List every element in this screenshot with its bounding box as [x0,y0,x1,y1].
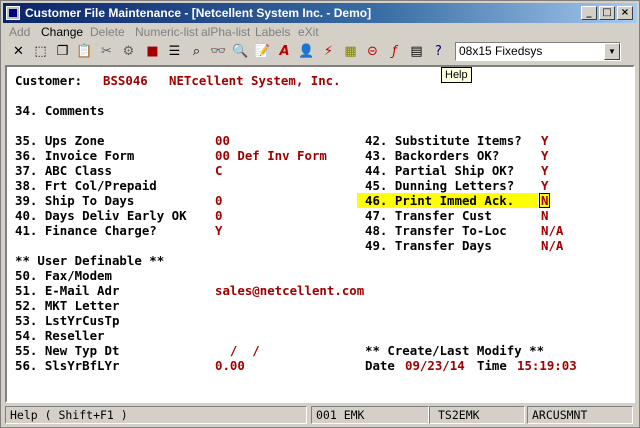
status-help[interactable]: Help ( Shift+F1 ) [5,406,307,424]
email-value[interactable]: sales@netcellent.com [215,283,364,298]
field-label: 54. Reseller [15,328,105,343]
status-bar: Help ( Shift+F1 ) 001 EMK TS2EMK ARCUSMN… [5,405,635,425]
application-window: Customer File Maintenance - [Netcellent … [0,0,640,428]
field-value[interactable]: N/A [541,238,563,253]
menu-exit[interactable]: eXit [298,25,319,39]
highlighted-field-label: 46. Print Immed Ack. [357,193,539,208]
create-modify-header: ** Create/Last Modify ** [365,343,545,358]
font-icon[interactable]: A [275,42,294,61]
help-tooltip: Help [441,67,472,83]
field-label: 56. SlsYrBfLYr [15,358,120,373]
menu-delete[interactable]: Delete [90,25,125,39]
title-bar[interactable]: Customer File Maintenance - [Netcellent … [3,3,637,23]
chevron-down-icon[interactable]: ▼ [604,43,620,60]
field-label: 38. Frt Col/Prepaid [15,178,157,193]
field-label: 47. Transfer Cust [365,208,492,223]
calculator-icon[interactable]: ▦ [341,42,360,61]
record-icon[interactable]: ■ [143,42,162,61]
modify-date: 09/23/14 [405,358,465,373]
field-label: 52. MKT Letter [15,298,120,313]
app-icon[interactable] [6,6,20,20]
binoculars-icon[interactable]: 👓 [209,42,228,61]
field-label: 36. Invoice Form [15,148,135,163]
field-value[interactable]: Y [215,223,222,238]
list-icon[interactable]: ☰ [165,42,184,61]
user-definable-header: ** User Definable ** [15,253,165,268]
menu-bar: Add Change Delete Numeric-list alPha-lis… [3,23,637,41]
field-label: 51. E-Mail Adr [15,283,120,298]
field-label: 44. Partial Ship OK? [365,163,515,178]
comments-label[interactable]: 34. Comments [15,103,105,118]
field-label: 39. Ship To Days [15,193,135,208]
find-icon[interactable]: ⌕ [187,42,206,61]
date-label: Date [365,358,395,373]
minimize-button[interactable]: _ [581,6,597,20]
note-icon[interactable]: 📝 [253,42,272,61]
field-value[interactable]: C [215,163,222,178]
field-label: 53. LstYrCusTp [15,313,120,328]
field-value[interactable]: 00 [215,133,230,148]
field-value[interactable]: Y [541,148,548,163]
status-terminal: TS2EMK [429,406,525,424]
status-program: ARCUSMNT [527,406,633,424]
menu-add[interactable]: Add [9,25,30,39]
font-select-value: 08x15 Fixedsys [459,44,543,58]
field-label: 42. Substitute Items? [365,133,522,148]
close-record-icon[interactable]: ✕ [9,42,28,61]
customer-label: Customer: [15,73,83,88]
field-label: 49. Transfer Days [365,238,492,253]
select-icon[interactable]: ⬚ [31,42,50,61]
user-icon[interactable]: 👤 [297,42,316,61]
field-value[interactable]: N [541,208,548,223]
maximize-button[interactable]: □ [599,6,615,20]
field-value[interactable]: 0 [215,193,222,208]
field-label: 41. Finance Charge? [15,223,157,238]
field-value[interactable]: N/A [541,223,563,238]
terminal-screen[interactable]: Customer: BSS046 NETcellent System, Inc.… [5,65,635,403]
notebook-icon[interactable]: ▤ [407,42,426,61]
status-user: 001 EMK [311,406,429,424]
settings-icon[interactable]: ⚙ [119,42,138,61]
menu-labels[interactable]: Labels [255,25,290,39]
field-value[interactable]: Y [541,178,548,193]
lightning-icon[interactable]: ⚡ [319,42,338,61]
field-value[interactable]: Y [541,133,548,148]
date-field-value[interactable]: / / [215,343,260,358]
time-label: Time [477,358,507,373]
field-label: 35. Ups Zone [15,133,105,148]
menu-numeric-list[interactable]: Numeric-list [135,25,198,39]
help-icon[interactable]: ? [429,42,448,61]
function-icon[interactable]: ƒ [385,42,404,61]
customer-name: NETcellent System, Inc. [169,73,341,88]
field-value[interactable]: 0.00 [215,358,245,373]
customer-number: BSS046 [103,73,148,88]
field-label: 43. Backorders OK? [365,148,500,163]
delete-icon[interactable]: ✂ [97,42,116,61]
link-icon[interactable]: ⊝ [363,42,382,61]
window-title: Customer File Maintenance - [Netcellent … [25,6,372,20]
field-label: 50. Fax/Modem [15,268,112,283]
zoom-icon[interactable]: 🔍 [231,42,250,61]
field-value[interactable]: 00 Def Inv Form [215,148,327,163]
menu-alpha-list[interactable]: alPha-list [201,25,250,39]
field-value[interactable]: 0 [215,208,222,223]
field-label: 48. Transfer To-Loc [365,223,507,238]
paste-icon[interactable]: 📋 [75,42,94,61]
close-button[interactable]: × [617,6,633,20]
copy-icon[interactable]: ❐ [53,42,72,61]
toolbar: ✕ ⬚ ❐ 📋 ✂ ⚙ ■ ☰ ⌕ 👓 🔍 📝 A 👤 ⚡ ▦ ⊝ ƒ ▤ ? … [3,41,637,63]
field-label: 55. New Typ Dt [15,343,120,358]
active-field-value[interactable]: N [539,193,551,208]
field-label: 37. ABC Class [15,163,112,178]
font-select[interactable]: 08x15 Fixedsys ▼ [455,42,621,61]
field-value[interactable]: Y [541,163,548,178]
field-label: 45. Dunning Letters? [365,178,515,193]
menu-change[interactable]: Change [41,25,83,39]
modify-time: 15:19:03 [517,358,577,373]
field-label: 40. Days Deliv Early OK [15,208,187,223]
